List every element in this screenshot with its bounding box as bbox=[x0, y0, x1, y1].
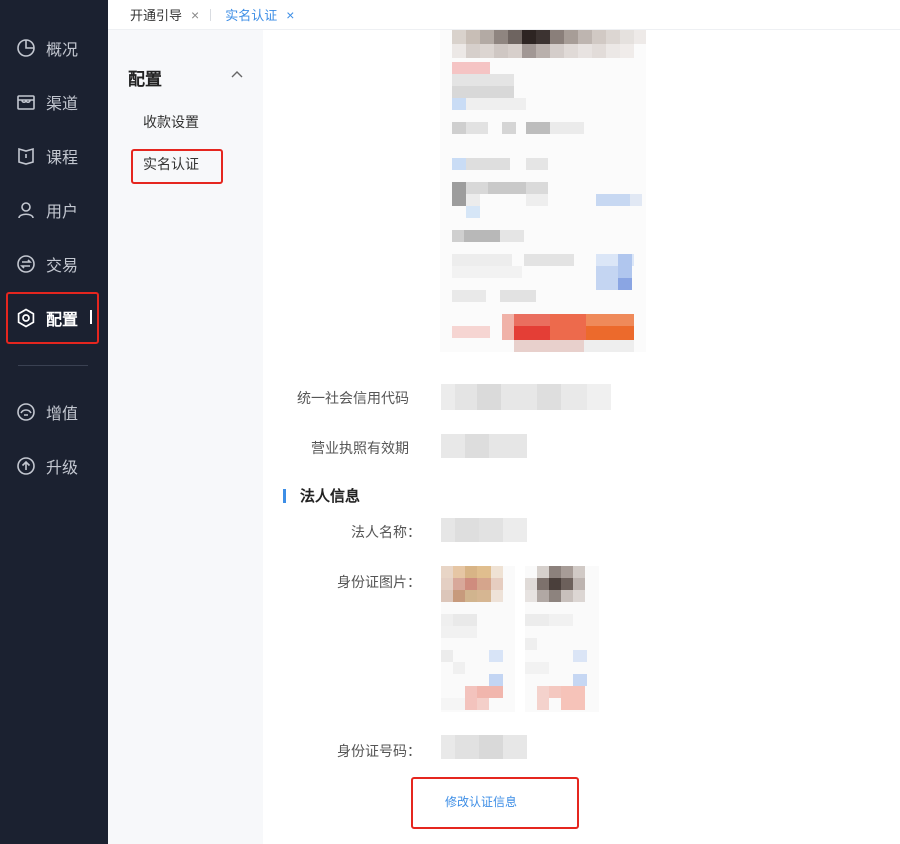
pie-chart-icon bbox=[16, 38, 36, 58]
legal-name-value bbox=[441, 518, 527, 542]
nav-divider bbox=[18, 365, 88, 366]
submenu-title[interactable]: 配置 bbox=[128, 65, 162, 90]
credit-code-label: 统一社会信用代码 bbox=[297, 390, 409, 406]
section-title-text: 法人信息 bbox=[300, 488, 361, 505]
nav-item-config[interactable]: 配置 bbox=[0, 298, 108, 338]
config-submenu: 配置 收款设置 实名认证 bbox=[108, 30, 263, 844]
legal-name-label: 法人名称： bbox=[351, 524, 421, 540]
active-indicator bbox=[90, 310, 92, 324]
business-license-image bbox=[440, 30, 646, 352]
nav-item-channel[interactable]: 渠道 bbox=[0, 82, 108, 122]
edit-verification-link[interactable]: 修改认证信息 bbox=[445, 793, 517, 810]
nav-item-upgrade[interactable]: 升级 bbox=[0, 446, 108, 486]
tab-bar: 开通引导 × 实名认证 × bbox=[108, 0, 900, 30]
nav-item-label: 概况 bbox=[46, 42, 79, 59]
submenu-item-payment-settings[interactable]: 收款设置 bbox=[143, 112, 199, 132]
main-content: 统一社会信用代码 营业执照有效期 法人信息 法人名称： 身份证图片： 身份证号码… bbox=[263, 30, 900, 844]
nav-item-label: 用户 bbox=[46, 204, 79, 221]
book-icon bbox=[16, 146, 36, 166]
tab-label: 开通引导 bbox=[130, 8, 183, 23]
nav-item-label: 升级 bbox=[46, 460, 79, 477]
nav-item-course[interactable]: 课程 bbox=[0, 136, 108, 176]
id-number-value bbox=[441, 735, 527, 759]
chevron-up-icon[interactable] bbox=[230, 68, 244, 82]
section-title-bar bbox=[283, 488, 286, 503]
legal-info-section-title: 法人信息 bbox=[283, 485, 360, 506]
nav-item-label: 配置 bbox=[46, 312, 79, 329]
tab-onboarding-guide[interactable]: 开通引导 × bbox=[108, 0, 210, 30]
nav-item-label: 渠道 bbox=[46, 96, 79, 113]
credit-code-value bbox=[441, 384, 611, 410]
store-icon bbox=[16, 92, 36, 112]
main-sidebar: 概况 渠道 课程 用户 交易 配置 增值 升级 bbox=[0, 0, 108, 844]
exchange-icon bbox=[16, 254, 36, 274]
nav-item-label: 课程 bbox=[46, 150, 79, 167]
value-added-icon bbox=[16, 402, 36, 422]
tab-real-name-auth[interactable]: 实名认证 × bbox=[211, 0, 305, 30]
close-icon[interactable]: × bbox=[286, 7, 294, 23]
nav-item-label: 交易 bbox=[46, 258, 79, 275]
submenu-item-real-name-auth[interactable]: 实名认证 bbox=[143, 154, 199, 174]
close-icon[interactable]: × bbox=[191, 7, 199, 23]
id-photo-front[interactable] bbox=[441, 566, 515, 712]
nav-item-trade[interactable]: 交易 bbox=[0, 244, 108, 284]
nav-item-value-added[interactable]: 增值 bbox=[0, 392, 108, 432]
nav-item-user[interactable]: 用户 bbox=[0, 190, 108, 230]
gear-icon bbox=[16, 308, 36, 328]
user-icon bbox=[16, 200, 36, 220]
license-validity-label: 营业执照有效期 bbox=[311, 440, 409, 456]
tab-label: 实名认证 bbox=[225, 8, 278, 23]
id-photo-back[interactable] bbox=[525, 566, 599, 712]
id-photo-label: 身份证图片： bbox=[337, 574, 421, 590]
upgrade-arrow-icon bbox=[16, 456, 36, 476]
nav-item-label: 增值 bbox=[46, 406, 79, 423]
id-number-label: 身份证号码： bbox=[337, 743, 421, 759]
nav-item-overview[interactable]: 概况 bbox=[0, 28, 108, 68]
license-validity-value bbox=[441, 434, 527, 458]
